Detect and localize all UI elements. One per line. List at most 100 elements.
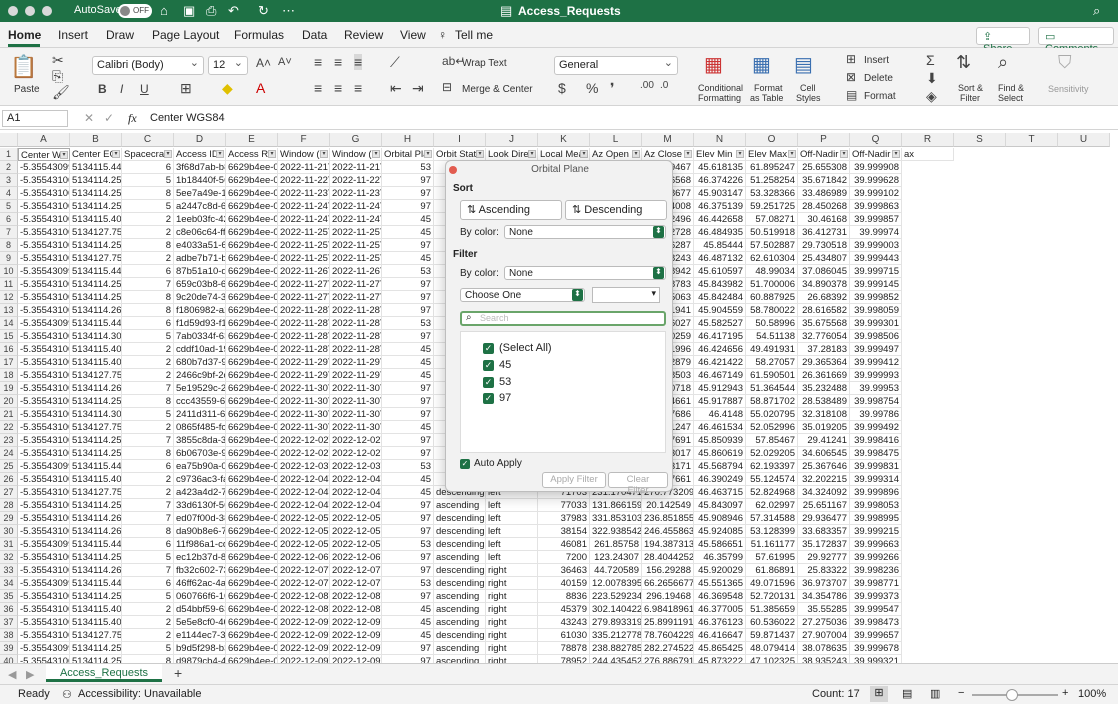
data-cell[interactable]: -5.35543100 bbox=[18, 382, 70, 395]
data-cell[interactable]: 5134127.757 bbox=[70, 486, 122, 499]
data-cell[interactable]: 57.61995 bbox=[746, 551, 798, 564]
row-header[interactable]: 5 bbox=[0, 200, 18, 213]
data-cell[interactable]: 7 bbox=[122, 499, 174, 512]
data-cell[interactable]: 5134115.448 bbox=[70, 161, 122, 174]
row-header[interactable]: 35 bbox=[0, 590, 18, 603]
data-cell[interactable]: descending bbox=[434, 564, 486, 577]
data-cell[interactable]: 6629b4ee-02 bbox=[226, 512, 278, 525]
data-cell[interactable]: 5134114.257 bbox=[70, 200, 122, 213]
data-cell[interactable]: 2022-11-21T bbox=[330, 161, 382, 174]
delete-cells-button[interactable]: Delete bbox=[864, 73, 893, 84]
data-cell[interactable]: 3f68d7ab-b8 bbox=[174, 161, 226, 174]
data-cell[interactable]: 53 bbox=[382, 317, 434, 330]
header-cell[interactable]: Center W ▾ bbox=[18, 148, 70, 161]
data-cell[interactable]: ascending bbox=[434, 603, 486, 616]
wrap-text-button[interactable]: Wrap Text bbox=[462, 58, 507, 69]
data-cell[interactable]: 2022-12-07T bbox=[278, 577, 330, 590]
data-cell[interactable]: 45.610597 bbox=[694, 265, 746, 278]
data-cell[interactable]: 39.998754 bbox=[850, 395, 902, 408]
tab-home[interactable]: Home bbox=[8, 28, 41, 42]
filter-dropdown-icon[interactable]: ▾ bbox=[580, 150, 588, 158]
data-cell[interactable]: 34.324092 bbox=[798, 486, 850, 499]
orientation-icon[interactable]: ⟋ bbox=[390, 54, 400, 71]
data-cell[interactable]: 77033 bbox=[538, 499, 590, 512]
data-cell[interactable]: 5 bbox=[122, 330, 174, 343]
decrease-indent-icon[interactable]: ⇤ bbox=[390, 80, 402, 97]
data-cell[interactable]: 45.908946 bbox=[694, 512, 746, 525]
tell-me[interactable]: Tell me bbox=[455, 28, 493, 42]
row-header[interactable]: 27 bbox=[0, 486, 18, 499]
data-cell[interactable]: 8 bbox=[122, 239, 174, 252]
data-cell[interactable]: 46.417195 bbox=[694, 330, 746, 343]
data-cell[interactable]: 2022-11-29T bbox=[330, 356, 382, 369]
data-cell[interactable]: -5.35543100 bbox=[18, 200, 70, 213]
row-header[interactable]: 22 bbox=[0, 421, 18, 434]
data-cell[interactable]: 25.8991191 bbox=[642, 616, 694, 629]
data-cell[interactable]: -5.35543100 bbox=[18, 616, 70, 629]
data-cell[interactable]: 2022-11-28T bbox=[330, 304, 382, 317]
data-cell[interactable]: 6629b4ee-02 bbox=[226, 447, 278, 460]
data-cell[interactable]: ascending bbox=[434, 616, 486, 629]
auto-apply-label[interactable]: Auto Apply bbox=[474, 458, 522, 469]
data-cell[interactable]: 78878 bbox=[538, 642, 590, 655]
column-header[interactable]: B bbox=[70, 133, 122, 147]
data-cell[interactable]: 2022-12-09T bbox=[278, 616, 330, 629]
data-cell[interactable]: 45 bbox=[382, 421, 434, 434]
data-cell[interactable]: -5.35543099 bbox=[18, 642, 70, 655]
header-cell[interactable]: ax bbox=[902, 148, 954, 161]
data-cell[interactable]: -5.35543100 bbox=[18, 278, 70, 291]
data-cell[interactable]: 6629b4ee-02 bbox=[226, 460, 278, 473]
data-cell[interactable]: 36.973707 bbox=[798, 577, 850, 590]
data-cell[interactable]: 46ff62ac-4a bbox=[174, 577, 226, 590]
close-window-icon[interactable] bbox=[8, 6, 18, 16]
data-cell[interactable]: 39.999266 bbox=[850, 551, 902, 564]
align-middle-icon[interactable]: ≡ bbox=[334, 54, 342, 70]
data-cell[interactable]: 2022-12-05T bbox=[278, 538, 330, 551]
data-cell[interactable]: 6629b4ee-02 bbox=[226, 473, 278, 486]
data-cell[interactable]: 45.924085 bbox=[694, 525, 746, 538]
align-bottom-icon[interactable]: ≡ bbox=[354, 54, 363, 70]
data-cell[interactable]: 66.2656677 bbox=[642, 577, 694, 590]
data-cell[interactable]: 25.651167 bbox=[798, 499, 850, 512]
data-cell[interactable]: 123.24307 bbox=[590, 551, 642, 564]
data-cell[interactable]: 39.998059 bbox=[850, 304, 902, 317]
data-cell[interactable]: 6629b4ee-02 bbox=[226, 616, 278, 629]
data-cell[interactable]: 5134127.757 bbox=[70, 421, 122, 434]
data-cell[interactable]: 2411d311-6c bbox=[174, 408, 226, 421]
clear-icon[interactable]: ◈ bbox=[926, 88, 937, 105]
data-cell[interactable]: 2022-11-28T bbox=[330, 317, 382, 330]
data-cell[interactable]: 12.0078395 bbox=[590, 577, 642, 590]
data-cell[interactable]: 2022-11-27T bbox=[330, 291, 382, 304]
data-cell[interactable]: 2022-12-05T bbox=[330, 525, 382, 538]
data-cell[interactable]: 45 bbox=[382, 486, 434, 499]
data-cell[interactable]: descending bbox=[434, 577, 486, 590]
data-cell[interactable]: 5134114.257 bbox=[70, 434, 122, 447]
data-cell[interactable]: 2 bbox=[122, 343, 174, 356]
data-cell[interactable]: right bbox=[486, 577, 538, 590]
data-cell[interactable]: -5.35543100 bbox=[18, 590, 70, 603]
filter-dropdown-icon[interactable]: ▾ bbox=[892, 150, 900, 158]
data-cell[interactable]: 39.998416 bbox=[850, 434, 902, 447]
data-cell[interactable]: 97 bbox=[382, 564, 434, 577]
data-cell[interactable]: 6629b4ee-02 bbox=[226, 590, 278, 603]
data-cell[interactable]: 45.843097 bbox=[694, 499, 746, 512]
select-all-corner[interactable] bbox=[0, 133, 18, 147]
data-cell[interactable]: 2 bbox=[122, 629, 174, 642]
data-cell[interactable]: 61.86891 bbox=[746, 564, 798, 577]
data-cell[interactable]: 51.258254 bbox=[746, 174, 798, 187]
data-cell[interactable]: 45.917887 bbox=[694, 395, 746, 408]
data-cell[interactable]: 2022-12-05T bbox=[278, 512, 330, 525]
data-cell[interactable]: descending bbox=[434, 538, 486, 551]
data-cell[interactable]: 2022-12-04T bbox=[278, 473, 330, 486]
data-cell[interactable]: right bbox=[486, 655, 538, 663]
data-cell[interactable]: 5134127.757 bbox=[70, 629, 122, 642]
data-cell[interactable]: 2022-11-25T bbox=[278, 226, 330, 239]
data-cell[interactable]: 39.999003 bbox=[850, 239, 902, 252]
data-cell[interactable]: 39.999857 bbox=[850, 213, 902, 226]
zoom-window-icon[interactable] bbox=[42, 6, 52, 16]
data-cell[interactable]: d9879cb4-4e bbox=[174, 655, 226, 663]
data-cell[interactable]: 57.08271 bbox=[746, 213, 798, 226]
data-cell[interactable]: 5 bbox=[122, 200, 174, 213]
next-sheet-icon[interactable]: ▶ bbox=[26, 668, 34, 681]
autosum-icon[interactable]: Σ bbox=[926, 52, 935, 68]
